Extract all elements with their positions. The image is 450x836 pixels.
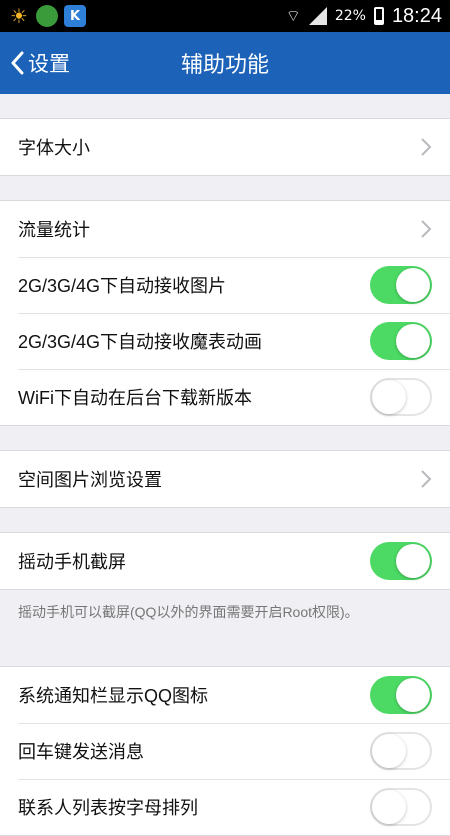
settings-row-label: 流量统计 [18, 220, 90, 240]
settings-group: 流量统计 2G/3G/4G下自动接收图片 2G/3G/4G下自动接收魔表动画 WiFi… [0, 200, 450, 426]
settings-row: 2G/3G/4G下自动接收魔表动画 [0, 313, 450, 369]
toggle-knob [396, 268, 430, 302]
settings-row-label: WiFi下自动在后台下载新版本 [18, 388, 252, 408]
settings-row-label: 字体大小 [18, 138, 90, 158]
toggle-knob [372, 380, 406, 414]
settings-row-label: 回车键发送消息 [18, 742, 144, 762]
settings-row-label: 摇动手机截屏 [18, 552, 126, 572]
toggle-switch[interactable] [370, 322, 432, 360]
settings-row-label: 系统通知栏显示QQ图标 [18, 686, 209, 706]
status-app-icons: ☀ K [8, 4, 86, 28]
settings-list: 字体大小流量统计 2G/3G/4G下自动接收图片 2G/3G/4G下自动接收魔表动画… [0, 94, 450, 836]
wifi-icon: ⌔ [285, 6, 301, 25]
settings-row[interactable]: 空间图片浏览设置 [0, 451, 450, 507]
settings-row-label: 2G/3G/4G下自动接收魔表动画 [18, 332, 263, 352]
chevron-right-icon [421, 470, 432, 488]
k-app-icon: K [64, 5, 86, 27]
toggle-switch[interactable] [370, 542, 432, 580]
settings-row: WiFi下自动在后台下载新版本 [0, 369, 450, 425]
settings-row: 2G/3G/4G下自动接收图片 [0, 257, 450, 313]
app-icon [36, 5, 58, 27]
toggle-knob [372, 734, 406, 768]
settings-group: 空间图片浏览设置 [0, 450, 450, 508]
signal-icon [308, 7, 327, 25]
back-button[interactable]: 设置 [10, 32, 70, 94]
settings-row: 回车键发送消息 [0, 723, 450, 779]
settings-row: 摇动手机截屏 [0, 533, 450, 589]
battery-percent: 22% [334, 8, 366, 24]
clock: 18:24 [391, 4, 442, 27]
settings-row-label: 2G/3G/4G下自动接收图片 [18, 276, 227, 296]
toggle-knob [396, 678, 430, 712]
weather-icon: ☀ [10, 4, 28, 28]
settings-row: 系统通知栏显示QQ图标 [0, 667, 450, 723]
settings-row[interactable]: 字体大小 [0, 119, 450, 175]
settings-row-label: 空间图片浏览设置 [18, 470, 162, 490]
toggle-knob [396, 324, 430, 358]
settings-row: 联系人列表按字母排列 [0, 779, 450, 835]
status-bar: ☀ K ⌔ 22% 18:24 [0, 0, 450, 32]
settings-group: 摇动手机截屏 [0, 532, 450, 590]
back-label: 设置 [28, 53, 70, 76]
chevron-right-icon [421, 220, 432, 238]
toggle-knob [372, 790, 406, 824]
settings-footnote: 摇动手机可以截屏(QQ以外的界面需要开启Root权限)。 [18, 604, 359, 620]
chevron-left-icon [11, 51, 24, 75]
settings-group: 字体大小 [0, 118, 450, 176]
toggle-switch[interactable] [370, 732, 432, 770]
settings-row[interactable]: 流量统计 [0, 201, 450, 257]
chevron-right-icon [421, 138, 432, 156]
toggle-switch[interactable] [370, 788, 432, 826]
toggle-knob [396, 544, 430, 578]
settings-group: 系统通知栏显示QQ图标 回车键发送消息联系人列表按字母排列 [0, 666, 450, 836]
toggle-switch[interactable] [370, 676, 432, 714]
toggle-switch[interactable] [370, 378, 432, 416]
settings-row-label: 联系人列表按字母排列 [18, 798, 198, 818]
battery-icon [373, 7, 384, 25]
navigation-bar: 设置 辅助功能 [0, 32, 450, 94]
toggle-switch[interactable] [370, 266, 432, 304]
